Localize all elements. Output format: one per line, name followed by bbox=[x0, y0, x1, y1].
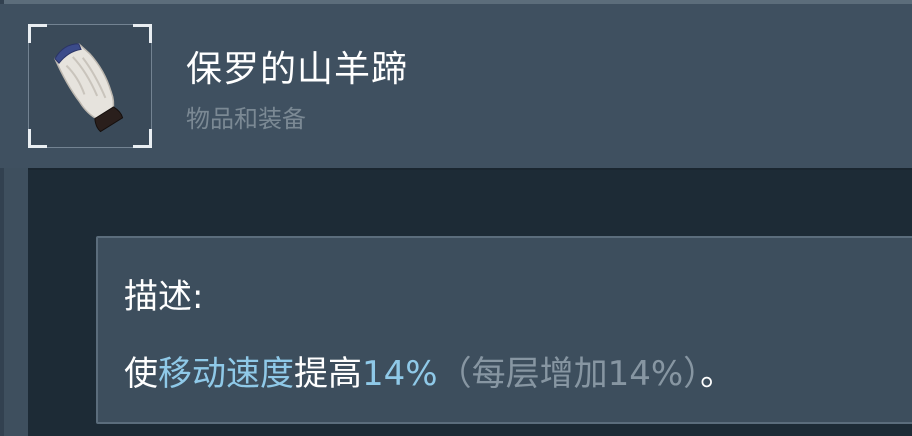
item-header: 保罗的山羊蹄 物品和装备 bbox=[0, 4, 912, 168]
stat-value-highlight: 14% bbox=[362, 354, 438, 394]
description-text: 使移动速度提高14%（每层增加14%）。 bbox=[124, 352, 734, 396]
description-label: 描述: bbox=[124, 277, 204, 317]
frame-corner bbox=[28, 24, 47, 43]
frame-corner bbox=[28, 129, 47, 148]
goat-hoof-icon bbox=[54, 42, 124, 133]
desc-text-segment: 提高 bbox=[294, 354, 362, 394]
item-name: 保罗的山羊蹄 bbox=[186, 49, 409, 90]
item-icon-frame bbox=[28, 24, 152, 148]
desc-text-segment: 使 bbox=[124, 354, 158, 394]
item-category: 物品和装备 bbox=[186, 105, 306, 133]
desc-text-segment: 。 bbox=[700, 354, 735, 394]
stat-name-highlight: 移动速度 bbox=[158, 354, 294, 394]
stack-note: （每层增加14%） bbox=[437, 354, 701, 394]
